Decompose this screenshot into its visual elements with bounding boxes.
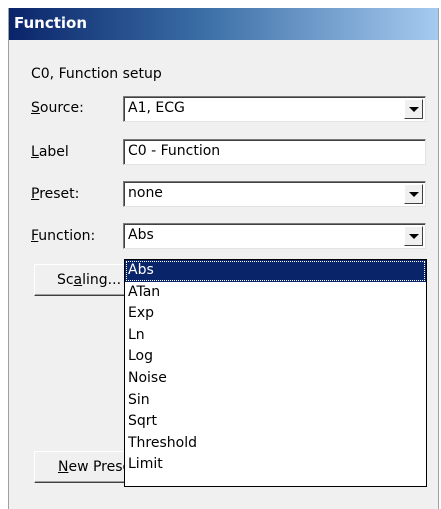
preset-value: none (128, 185, 163, 201)
function-option-threshold[interactable]: Threshold (125, 433, 426, 455)
function-option-sin[interactable]: Sin (125, 390, 426, 412)
label-input[interactable]: C0 - Function (123, 139, 426, 165)
function-option-noise[interactable]: Noise (125, 368, 426, 390)
function-option-log[interactable]: Log (125, 346, 426, 368)
function-label: Function: (31, 228, 96, 244)
label-field-label: Label (31, 144, 69, 160)
title-bar[interactable]: Function (9, 8, 438, 40)
function-dropdown-list[interactable]: Abs ATan Exp Ln Log Noise Sin Sqrt Threshold Limi… (124, 259, 427, 487)
function-option-exp[interactable]: Exp (125, 303, 426, 325)
function-option-abs[interactable]: Abs (125, 260, 426, 282)
label-value: C0 - Function (128, 143, 221, 159)
function-option-sqrt[interactable]: Sqrt (125, 411, 426, 433)
function-combobox[interactable]: Abs (123, 223, 426, 249)
source-label: Source: (31, 100, 84, 116)
function-option-atan[interactable]: ATan (125, 282, 426, 304)
source-value: A1, ECG (128, 100, 185, 116)
source-combobox[interactable]: A1, ECG (123, 96, 426, 122)
chevron-down-icon[interactable] (404, 226, 423, 246)
function-value: Abs (128, 227, 154, 243)
function-option-limit[interactable]: Limit (125, 454, 426, 476)
chevron-down-icon[interactable] (404, 184, 423, 204)
setup-heading: C0, Function setup (31, 66, 162, 82)
preset-label: Preset: (31, 186, 80, 202)
preset-combobox[interactable]: none (123, 181, 426, 207)
function-dialog: Function C0, Function setup Source: A1, … (8, 8, 439, 509)
function-option-ln[interactable]: Ln (125, 325, 426, 347)
window-title: Function (14, 14, 88, 32)
chevron-down-icon[interactable] (404, 99, 423, 119)
